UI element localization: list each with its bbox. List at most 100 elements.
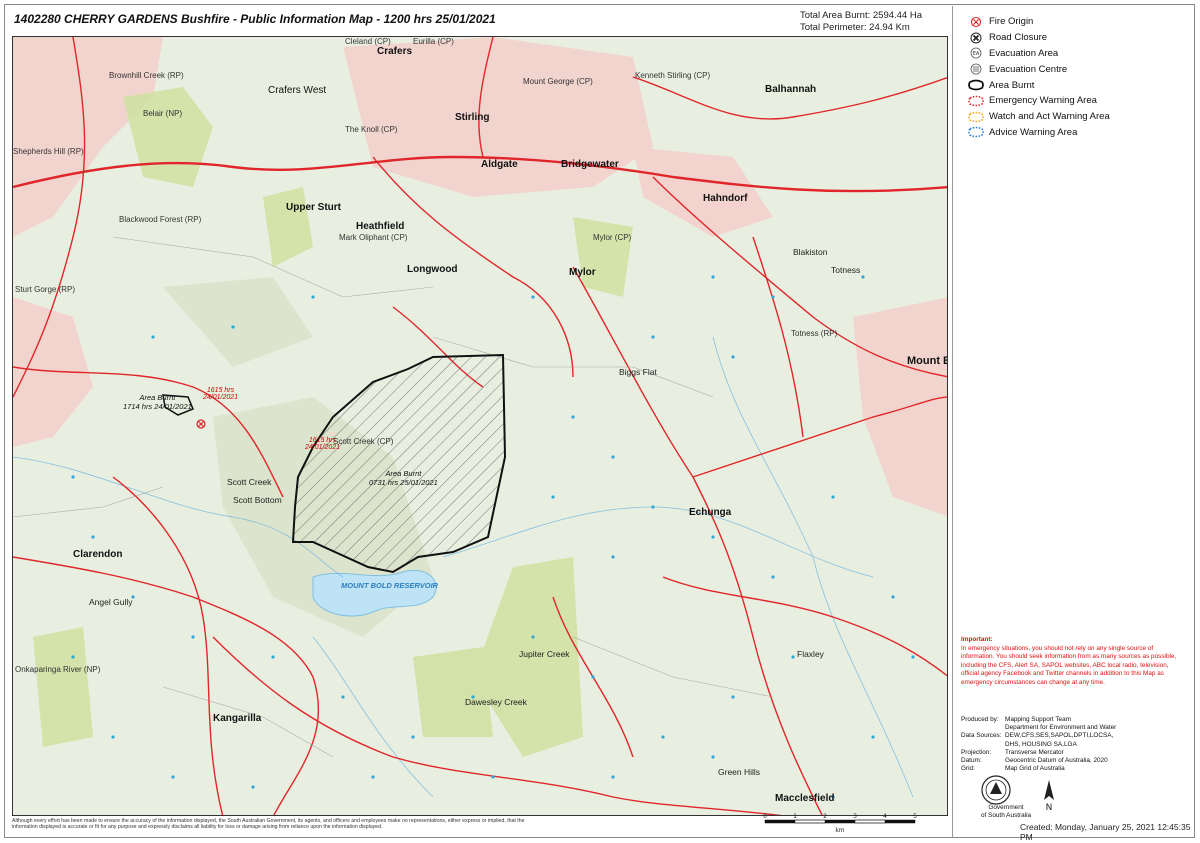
reservoir-label: MOUNT BOLD RESERVOIR [341, 581, 439, 590]
scale-tick: 1 [793, 813, 797, 820]
fire-origin-west-date: 24/01/2021 [203, 394, 239, 401]
legend-label: Watch and Act Warning Area [989, 111, 1110, 123]
map-label-park: Belair (NP) [143, 109, 183, 118]
map-label-town: Mount Barker [907, 355, 947, 367]
map-label-locality: Jupiter Creek [519, 649, 570, 659]
scale-tick: 4 [883, 813, 887, 820]
important-text: In emergency situations, you should not … [961, 644, 1177, 686]
fire-origin-west-note: 1615 hrs 24/01/2021 [203, 387, 238, 401]
burnt-area-main-time: 0731 hrs 25/01/2021 [369, 478, 438, 487]
map-label-park: Cleland (CP) [345, 37, 391, 46]
svg-text:EA: EA [973, 51, 980, 57]
map-label-town: Crafers West [268, 85, 327, 96]
map-label-park: Mylor (CP) [593, 233, 632, 242]
advice-warning-icon [965, 126, 987, 138]
legend-label: Fire Origin [989, 16, 1034, 28]
map-label-locality: Scott Creek [227, 477, 272, 487]
map-label-locality: Green Hills [718, 767, 761, 777]
forest-longwood [163, 277, 313, 367]
urban-area-stirling [343, 37, 653, 197]
burnt-area-main-label: Area Burnt [385, 469, 422, 478]
sa-government-wordmark: Government of South Australia [961, 804, 1051, 819]
map-label-town: Longwood [407, 264, 458, 275]
map-label-locality: Angel Gully [89, 597, 133, 607]
urban-area-mount-barker [853, 297, 947, 517]
side-panel: Fire Origin Road Closure EA Evacuation A… [952, 6, 1195, 838]
scale-bar: 0 1 2 3 4 5 km [763, 813, 917, 834]
park-mylor [573, 217, 633, 297]
map-label-town: Bridgewater [561, 159, 619, 170]
map-label-town: Echunga [689, 507, 732, 518]
fire-origin-main-note: 1615 hrs 24/01/2021 [305, 437, 340, 451]
north-label: N [1046, 803, 1053, 812]
legend-label: Emergency Warning Area [989, 95, 1097, 107]
north-arrow-icon: N [1044, 780, 1054, 812]
legend-item: Watch and Act Warning Area [965, 109, 1110, 125]
meta-value: Geocentric Datum of Australia, 2020 [1005, 757, 1108, 765]
burnt-area-west-label: Area Burnt [139, 393, 176, 402]
page-title: 1402280 CHERRY GARDENS Bushfire - Public… [14, 12, 496, 26]
park-belair [123, 87, 213, 187]
road-closure-icon [965, 32, 987, 44]
evacuation-area-icon: EA [965, 47, 987, 59]
fire-stats: Total Area Burnt: 2594.44 Ha Total Perim… [800, 10, 922, 34]
created-timestamp: Created: Monday, January 25, 2021 12:45:… [1020, 822, 1191, 842]
map-label-park: Shepherds Hill (RP) [13, 147, 84, 156]
meta-key [961, 724, 1005, 732]
map-label-park: Blackwood Forest (RP) [119, 215, 202, 224]
legend-item: Road Closure [965, 30, 1110, 46]
road-echunga [572, 266, 823, 815]
map-label-park: Mount George (CP) [523, 77, 593, 86]
legend-label: Evacuation Area [989, 47, 1059, 59]
road-local-2 [112, 476, 224, 815]
map-label-park: Onkaparinga River (NP) [15, 665, 101, 674]
scale-tick: 2 [823, 813, 827, 820]
meta-value: Transverse Mercator [1005, 748, 1064, 756]
map-label-locality: Blakiston [793, 247, 828, 257]
legend-item: Emergency Warning Area [965, 93, 1110, 109]
park-mark-oliphant [263, 187, 313, 267]
map-label-park: Totness (RP) [791, 329, 838, 338]
legend-label: Evacuation Centre [989, 63, 1068, 75]
sa-government-logo [981, 775, 1011, 805]
map-label-town: Mylor [569, 267, 596, 278]
map-label-town: Aldgate [481, 159, 518, 170]
map-label-park: Mark Oliphant (CP) [339, 233, 408, 242]
meta-key: Produced by: [961, 716, 999, 723]
fire-origin-main-time: 1615 hrs [308, 437, 337, 444]
scale-tick: 5 [913, 813, 917, 820]
legend-item: Fire Origin [965, 14, 1110, 30]
map-canvas[interactable]: Crafers Crafers West Stirling Aldgate Br… [12, 36, 948, 816]
map-label-park: Brownhill Creek (RP) [109, 71, 184, 80]
meta-key: Data Sources: [961, 732, 1002, 740]
map-label-park: The Knoll (CP) [345, 125, 398, 134]
important-heading: Important: [961, 636, 993, 643]
map-label-park: Kenneth Stirling (CP) [635, 71, 711, 80]
map-label-locality: Totness [831, 265, 861, 275]
burnt-area-main-note: Area Burnt 0731 hrs 25/01/2021 [369, 469, 438, 487]
map-metadata: Produced by: Mapping Support Team Departm… [961, 716, 1175, 773]
map-label-locality: Biggs Flat [619, 367, 657, 377]
map-label-town: Upper Sturt [286, 202, 341, 213]
burnt-area-west-time: 1714 hrs 24/01/2021 [123, 402, 192, 411]
meta-key: Projection: [961, 748, 992, 756]
legend-label: Road Closure [989, 32, 1048, 44]
map-label-locality: Flaxley [797, 649, 824, 659]
map-label-park: Scott Creek (CP) [333, 437, 394, 446]
legend-item: Area Burnt [965, 77, 1110, 93]
disclaimer: Although every effort has been made to e… [12, 818, 525, 831]
burnt-area-west-note: Area Burnt 1714 hrs 24/01/2021 [123, 393, 192, 411]
meta-value: DEW,CFS,SES,SAPOL,DPTI,LOCSA, [1005, 732, 1114, 740]
total-perimeter: Total Perimeter: 24.94 Km [800, 22, 910, 33]
legend-item: Evacuation Centre [965, 61, 1110, 77]
minor-road-4 [572, 636, 774, 698]
park-jupiter-creek [413, 647, 493, 737]
meta-value: Department for Environment and Water [1005, 724, 1117, 732]
scale-unit: km [835, 827, 844, 834]
emergency-warning-icon [965, 95, 987, 107]
legend-label: Advice Warning Area [989, 126, 1078, 138]
area-burnt-main [291, 353, 507, 574]
meta-value: DHS, HOUSING SA,LGA [1005, 740, 1077, 748]
map-label-town: Crafers [377, 46, 413, 57]
area-burnt-icon [965, 79, 987, 91]
